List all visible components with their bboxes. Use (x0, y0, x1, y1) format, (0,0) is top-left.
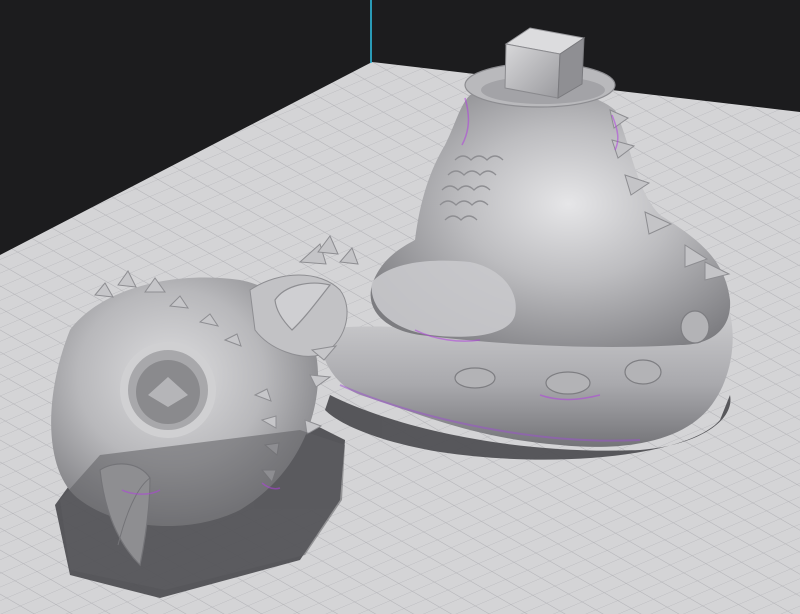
scene-canvas[interactable] (0, 0, 800, 614)
model-creature-head[interactable] (51, 270, 348, 590)
3d-viewport[interactable] (0, 0, 800, 614)
